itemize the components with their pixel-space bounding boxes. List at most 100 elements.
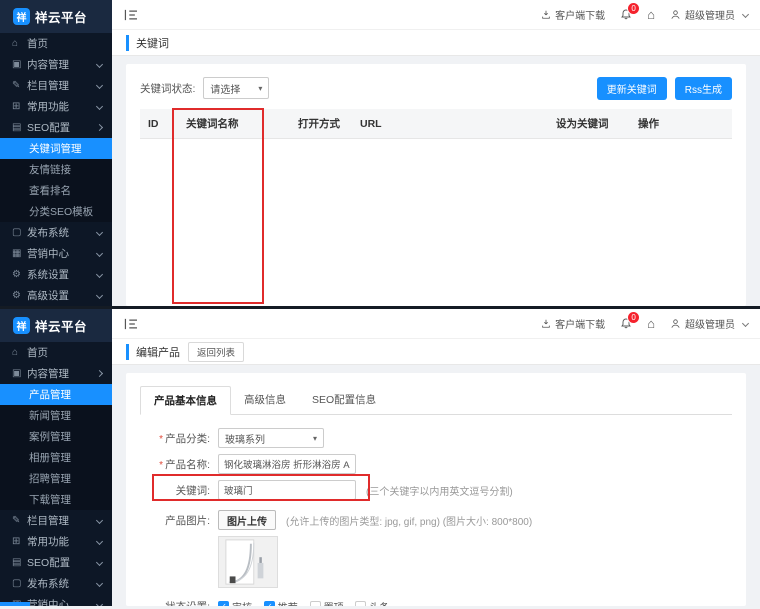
status-checkbox[interactable]: ✓: [264, 601, 275, 606]
sidebar-item-label: 发布系统: [27, 576, 93, 591]
app-title: 祥云平台: [35, 7, 87, 26]
chevron-right-icon: [96, 370, 103, 377]
sidebar-item-label: 首页: [27, 345, 102, 360]
status-checkbox[interactable]: [355, 601, 366, 606]
back-to-list-button[interactable]: 返回列表: [188, 342, 244, 362]
sidebar-item-publish-system[interactable]: ▢发布系统: [0, 573, 112, 594]
sidebar-item-product-mgmt[interactable]: 产品管理: [0, 384, 112, 405]
page-title: 关键词: [126, 35, 169, 51]
collapse-menu-icon[interactable]: [124, 9, 138, 21]
sidebar-item-column-mgmt[interactable]: ✎栏目管理: [0, 510, 112, 531]
status-option-label: 置顶,: [324, 599, 347, 606]
product-tabs: 产品基本信息高级信息SEO配置信息: [140, 385, 732, 415]
sidebar-item-common-functions[interactable]: ⊞常用功能: [0, 531, 112, 552]
sidebar-item-download-mgmt[interactable]: 下载管理: [0, 489, 112, 510]
top-header: 客户端下载 0 ⌂ 超级管理员: [112, 0, 760, 30]
sidebar-item-column-mgmt[interactable]: ✎栏目管理: [0, 75, 112, 96]
sidebar-item-label: 栏目管理: [27, 78, 93, 93]
download-icon: [541, 9, 551, 20]
table-header: 打开方式: [290, 109, 352, 139]
category-select[interactable]: 玻璃系列▾: [218, 428, 324, 448]
sidebar: 祥 祥云平台 ⌂首页▣内容管理✎栏目管理⊞常用功能▤SEO配置关键词管理友情链接…: [0, 0, 112, 306]
sidebar-item-case-mgmt[interactable]: 案例管理: [0, 426, 112, 447]
sidebar-item-label: 内容管理: [27, 366, 93, 381]
status-option[interactable]: 头条: [355, 599, 389, 606]
seo-config-icon: ▤: [12, 557, 27, 568]
status-checkbox[interactable]: [310, 601, 321, 606]
sidebar-item-album-mgmt[interactable]: 相册管理: [0, 447, 112, 468]
chevron-down-icon: [96, 538, 103, 545]
image-upload-button[interactable]: 图片上传: [218, 510, 276, 530]
chevron-down-icon: [96, 517, 103, 524]
keyword-input[interactable]: [218, 480, 356, 500]
breadcrumb-bar: 关键词: [112, 30, 760, 56]
sidebar-item-label: 常用功能: [27, 99, 93, 114]
keyword-hint: (三个关键字以内用英文逗号分割): [366, 483, 513, 498]
sidebar-item-common-functions[interactable]: ⊞常用功能: [0, 96, 112, 117]
sidebar-item-label: 查看排名: [29, 183, 102, 198]
sidebar-item-seo-config[interactable]: ▤SEO配置: [0, 552, 112, 573]
rss-generate-button[interactable]: Rss生成: [675, 77, 732, 100]
admin-user-menu[interactable]: 超级管理员: [670, 7, 748, 22]
app-logo[interactable]: 祥 祥云平台: [0, 309, 112, 342]
app-logo[interactable]: 祥 祥云平台: [0, 0, 112, 33]
product-edit-page: 祥 祥云平台 ⌂首页▣内容管理产品管理新闻管理案例管理相册管理招聘管理下载管理✎…: [0, 309, 760, 606]
breadcrumb-bar: 编辑产品 返回列表: [112, 339, 760, 365]
status-checkbox[interactable]: ✓: [218, 601, 229, 606]
common-functions-icon: ⊞: [12, 536, 27, 547]
sidebar-item-home[interactable]: ⌂首页: [0, 33, 112, 54]
notification-bell[interactable]: 0: [620, 8, 632, 21]
client-download-link[interactable]: 客户端下载: [541, 7, 605, 22]
home-icon[interactable]: ⌂: [647, 316, 655, 331]
tab-2[interactable]: SEO配置信息: [299, 386, 389, 415]
status-option[interactable]: 置顶,: [310, 599, 347, 606]
required-asterisk: *: [159, 434, 163, 445]
sidebar-item-content-mgmt[interactable]: ▣内容管理: [0, 54, 112, 75]
advanced-settings-icon: ⚙: [12, 290, 27, 301]
notification-badge: 0: [627, 2, 640, 15]
chevron-down-icon: [96, 229, 103, 236]
sidebar-item-seo-config[interactable]: ▤SEO配置: [0, 117, 112, 138]
sidebar-item-marketing-center[interactable]: ▦营销中心: [0, 243, 112, 264]
admin-user-menu[interactable]: 超级管理员: [670, 316, 748, 331]
top-header: 客户端下载 0 ⌂ 超级管理员: [112, 309, 760, 339]
sidebar-menu: ⌂首页▣内容管理✎栏目管理⊞常用功能▤SEO配置关键词管理友情链接查看排名分类S…: [0, 33, 112, 306]
sidebar-item-label: 营销中心: [27, 246, 93, 261]
status-option-label: 头条: [369, 599, 389, 606]
tab-1[interactable]: 高级信息: [231, 386, 299, 415]
product-name-input[interactable]: [218, 454, 356, 474]
sidebar-item-advanced-settings[interactable]: ⚙高级设置: [0, 285, 112, 306]
product-edit-card: 产品基本信息高级信息SEO配置信息 *产品分类: 玻璃系列▾ *产品名称:: [126, 373, 746, 606]
status-option[interactable]: ✓推荐,: [264, 599, 301, 606]
sidebar-item-keyword-mgmt[interactable]: 关键词管理: [0, 138, 112, 159]
status-option[interactable]: ✓审核,: [218, 599, 255, 606]
home-icon[interactable]: ⌂: [647, 7, 655, 22]
sidebar-item-friend-links[interactable]: 友情链接: [0, 159, 112, 180]
keyword-status-select[interactable]: 请选择▾: [203, 77, 269, 99]
tab-0[interactable]: 产品基本信息: [140, 386, 231, 415]
common-functions-icon: ⊞: [12, 101, 27, 112]
sidebar-item-publish-system[interactable]: ▢发布系统: [0, 222, 112, 243]
marketing-center-icon: ▦: [12, 248, 27, 259]
sidebar-item-category-seo-template[interactable]: 分类SEO模板: [0, 201, 112, 222]
client-download-link[interactable]: 客户端下载: [541, 316, 605, 331]
sidebar-item-view-ranking[interactable]: 查看排名: [0, 180, 112, 201]
sidebar-item-content-mgmt[interactable]: ▣内容管理: [0, 363, 112, 384]
collapse-menu-icon[interactable]: [124, 318, 138, 330]
status-option-label: 审核,: [232, 599, 255, 606]
sidebar-item-home[interactable]: ⌂首页: [0, 342, 112, 363]
sidebar-item-recruit-mgmt[interactable]: 招聘管理: [0, 468, 112, 489]
sidebar-item-news-mgmt[interactable]: 新闻管理: [0, 405, 112, 426]
content-mgmt-icon: ▣: [12, 368, 27, 379]
update-keywords-button[interactable]: 更新关键词: [597, 77, 667, 100]
select-arrow-icon: ▾: [313, 434, 317, 443]
download-icon: [541, 318, 551, 329]
sidebar-item-label: 栏目管理: [27, 513, 93, 528]
chevron-down-icon: [96, 559, 103, 566]
logo-icon: 祥: [13, 317, 30, 334]
page-title: 编辑产品: [126, 344, 180, 360]
keyword-label: 关键词:: [140, 483, 210, 498]
notification-bell[interactable]: 0: [620, 317, 632, 330]
product-thumbnail[interactable]: [218, 536, 278, 588]
sidebar-item-system-settings[interactable]: ⚙系统设置: [0, 264, 112, 285]
